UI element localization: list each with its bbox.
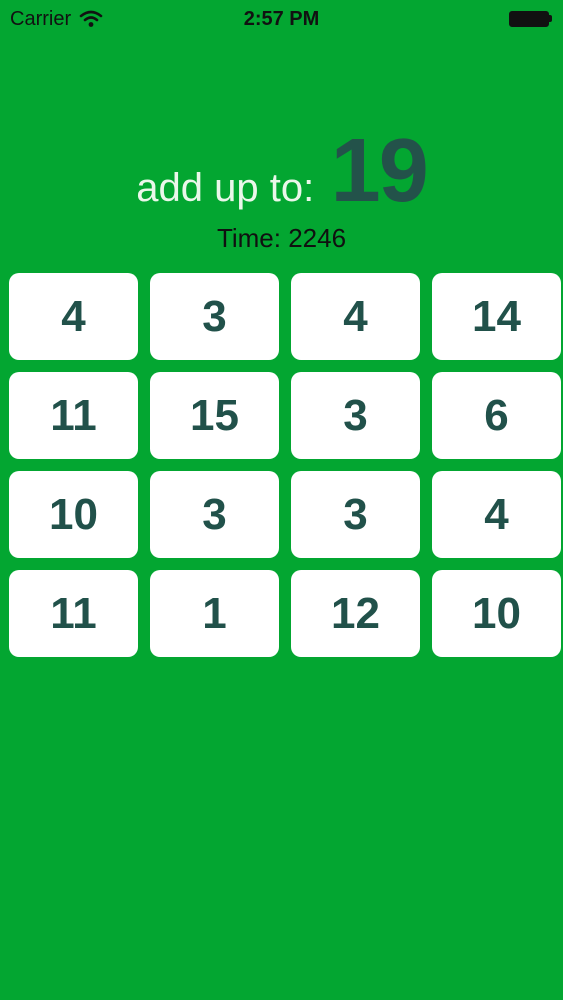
timer: Time: 2246 bbox=[216, 223, 347, 253]
number-tile[interactable]: 4 bbox=[432, 471, 561, 558]
target-number: 19 bbox=[330, 121, 429, 221]
number-tile[interactable]: 3 bbox=[150, 273, 279, 360]
status-time: 2:57 PM bbox=[243, 8, 320, 30]
number-tile[interactable]: 4 bbox=[291, 273, 420, 360]
target-prompt: add up to: 19 bbox=[0, 120, 563, 221]
prompt-label: add up to: bbox=[136, 166, 315, 210]
number-tile[interactable]: 11 bbox=[9, 570, 138, 657]
number-tile[interactable]: 3 bbox=[291, 471, 420, 558]
number-tile[interactable]: 3 bbox=[291, 372, 420, 459]
number-grid: 4 3 4 14 11 15 3 6 10 3 3 4 11 1 12 10 bbox=[9, 273, 561, 657]
status-bar: Carrier 2:57 PM bbox=[0, 0, 563, 40]
battery-icon bbox=[509, 11, 553, 27]
number-tile[interactable]: 11 bbox=[9, 372, 138, 459]
number-tile[interactable]: 6 bbox=[432, 372, 561, 459]
number-tile[interactable]: 1 bbox=[150, 570, 279, 657]
number-tile[interactable]: 10 bbox=[432, 570, 561, 657]
number-tile[interactable]: 12 bbox=[291, 570, 420, 657]
number-tile[interactable]: 10 bbox=[9, 471, 138, 558]
number-tile[interactable]: 3 bbox=[150, 471, 279, 558]
number-tile[interactable]: 14 bbox=[432, 273, 561, 360]
number-tile[interactable]: 4 bbox=[9, 273, 138, 360]
number-tile[interactable]: 15 bbox=[150, 372, 279, 459]
